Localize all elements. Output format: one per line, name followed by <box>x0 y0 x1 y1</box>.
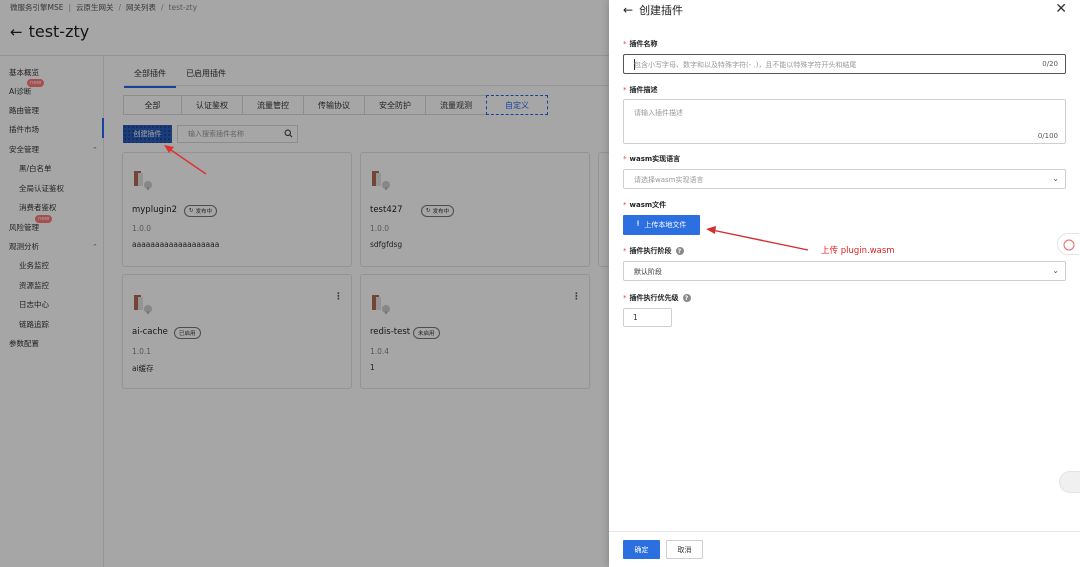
plugin-description-textarea[interactable]: 请输入插件描述 0/100 <box>623 99 1066 144</box>
modal-overlay[interactable] <box>0 0 620 567</box>
wasm-language-select[interactable]: 请选择wasm实现语言 ⌄ <box>623 169 1066 189</box>
annotation-text: 上传 plugin.wasm <box>821 246 895 256</box>
help-icon[interactable]: ? <box>682 294 691 302</box>
close-icon[interactable]: ✕ <box>1055 1 1067 17</box>
field-label: * 插件执行优先级? <box>623 293 691 303</box>
help-icon[interactable]: ? <box>675 247 684 255</box>
field-label: * 插件描述 <box>623 86 658 94</box>
confirm-button[interactable]: 确定 <box>623 540 660 559</box>
create-plugin-drawer: ← 创建插件 ✕ * 插件名称 包含小写字母、数字和以及特殊字符(- .)，且不能… <box>609 0 1080 567</box>
back-arrow-icon[interactable]: ← <box>623 3 633 17</box>
annotation-arrow <box>706 226 809 251</box>
upload-local-file-button[interactable]: ⭱ 上传本地文件 <box>623 215 700 235</box>
chevron-down-icon: ⌄ <box>1052 266 1059 275</box>
drawer-header: ← 创建插件 <box>623 2 683 18</box>
chevron-down-icon: ⌄ <box>1052 174 1059 183</box>
field-label: * wasm实现语言 <box>623 155 681 163</box>
floating-tool-icon[interactable] <box>1059 471 1080 493</box>
drawer-footer: 确定 取消 <box>609 531 1080 567</box>
priority-input[interactable]: 1 <box>623 308 672 327</box>
plugin-name-input[interactable]: 包含小写字母、数字和以及特殊字符(- .)，且不能以特殊字符开头和结尾 0/20 <box>623 54 1066 74</box>
char-count: 0/20 <box>1042 60 1058 68</box>
annotation-arrow <box>164 145 207 175</box>
floating-assistant-icon[interactable] <box>1057 233 1079 255</box>
field-label: * wasm文件 <box>623 201 667 209</box>
execution-phase-select[interactable]: 默认阶段 ⌄ <box>623 261 1066 281</box>
field-label: * 插件名称 <box>623 40 658 48</box>
cancel-button[interactable]: 取消 <box>666 540 703 559</box>
drawer-title: 创建插件 <box>639 4 684 17</box>
field-label: * 插件执行阶段? <box>623 246 684 256</box>
upload-icon: ⭱ <box>636 219 640 228</box>
char-count: 0/100 <box>1037 132 1058 140</box>
